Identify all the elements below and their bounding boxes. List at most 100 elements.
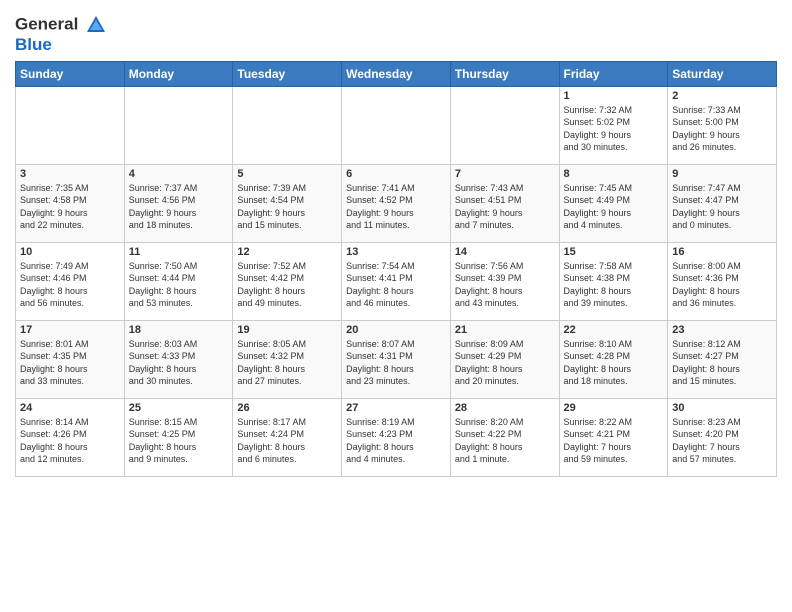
day-cell: 4 Sunrise: 7:37 AM Sunset: 4:56 PM Daylig… [124,164,233,242]
day-info: Sunrise: 7:33 AM Sunset: 5:00 PM Dayligh… [672,104,772,154]
day-info: Sunrise: 7:43 AM Sunset: 4:51 PM Dayligh… [455,182,555,232]
day-number: 23 [672,324,772,336]
logo: General Blue [15,14,107,55]
day-number: 6 [346,168,446,180]
day-info: Sunrise: 7:50 AM Sunset: 4:44 PM Dayligh… [129,260,229,310]
day-number: 19 [237,324,337,336]
day-cell: 23 Sunrise: 8:12 AM Sunset: 4:27 PM Dayli… [668,320,777,398]
day-cell: 13Sunrise: 7:54 AM Sunset: 4:41 PM Dayli… [342,242,451,320]
day-cell: 24 Sunrise: 8:14 AM Sunset: 4:26 PM Dayli… [16,398,125,476]
day-number: 16 [672,246,772,258]
day-cell: 20 Sunrise: 8:07 AM Sunset: 4:31 PM Dayli… [342,320,451,398]
day-number: 25 [129,402,229,414]
day-info: Sunrise: 7:45 AM Sunset: 4:49 PM Dayligh… [564,182,664,232]
day-header-wednesday: Wednesday [342,61,451,86]
day-header-sunday: Sunday [16,61,125,86]
day-number: 20 [346,324,446,336]
day-number: 24 [20,402,120,414]
day-cell: 5 Sunrise: 7:39 AM Sunset: 4:54 PM Daylig… [233,164,342,242]
day-info: Sunrise: 7:32 AM Sunset: 5:02 PM Dayligh… [564,104,664,154]
day-number: 30 [672,402,772,414]
week-row-5: 24 Sunrise: 8:14 AM Sunset: 4:26 PM Dayli… [16,398,777,476]
day-cell: 15Sunrise: 7:58 AM Sunset: 4:38 PM Dayli… [559,242,668,320]
day-number: 14 [455,246,555,258]
day-number: 10 [20,246,120,258]
day-cell: 2 Sunrise: 7:33 AM Sunset: 5:00 PM Daylig… [668,86,777,164]
calendar-table: SundayMondayTuesdayWednesdayThursdayFrid… [15,61,777,477]
day-info: Sunrise: 8:19 AM Sunset: 4:23 PM Dayligh… [346,416,446,466]
day-header-saturday: Saturday [668,61,777,86]
day-info: Sunrise: 7:37 AM Sunset: 4:56 PM Dayligh… [129,182,229,232]
day-info: Sunrise: 8:12 AM Sunset: 4:27 PM Dayligh… [672,338,772,388]
day-number: 2 [672,90,772,102]
day-cell: 3 Sunrise: 7:35 AM Sunset: 4:58 PM Daylig… [16,164,125,242]
day-number: 1 [564,90,664,102]
day-number: 21 [455,324,555,336]
day-header-thursday: Thursday [450,61,559,86]
day-number: 26 [237,402,337,414]
day-number: 11 [129,246,229,258]
day-number: 27 [346,402,446,414]
day-number: 3 [20,168,120,180]
day-info: Sunrise: 8:15 AM Sunset: 4:25 PM Dayligh… [129,416,229,466]
day-cell: 7 Sunrise: 7:43 AM Sunset: 4:51 PM Daylig… [450,164,559,242]
day-cell: 26 Sunrise: 8:17 AM Sunset: 4:24 PM Dayli… [233,398,342,476]
day-number: 4 [129,168,229,180]
header: General Blue [15,10,777,55]
day-info: Sunrise: 8:01 AM Sunset: 4:35 PM Dayligh… [20,338,120,388]
week-row-3: 10 Sunrise: 7:49 AM Sunset: 4:46 PM Dayli… [16,242,777,320]
day-header-friday: Friday [559,61,668,86]
day-cell: 12 Sunrise: 7:52 AM Sunset: 4:42 PM Dayli… [233,242,342,320]
day-number: 5 [237,168,337,180]
week-row-1: 1 Sunrise: 7:32 AM Sunset: 5:02 PM Daylig… [16,86,777,164]
day-info: Sunrise: 8:09 AM Sunset: 4:29 PM Dayligh… [455,338,555,388]
day-info: Sunrise: 8:23 AM Sunset: 4:20 PM Dayligh… [672,416,772,466]
day-info: Sunrise: 7:56 AM Sunset: 4:39 PM Dayligh… [455,260,555,310]
day-info: Sunrise: 8:05 AM Sunset: 4:32 PM Dayligh… [237,338,337,388]
day-number: 22 [564,324,664,336]
day-cell: 6 Sunrise: 7:41 AM Sunset: 4:52 PM Daylig… [342,164,451,242]
day-number: 17 [20,324,120,336]
day-cell: 14 Sunrise: 7:56 AM Sunset: 4:39 PM Dayli… [450,242,559,320]
day-number: 8 [564,168,664,180]
day-info: Sunrise: 8:07 AM Sunset: 4:31 PM Dayligh… [346,338,446,388]
day-cell: 22 Sunrise: 8:10 AM Sunset: 4:28 PM Dayli… [559,320,668,398]
day-info: Sunrise: 7:52 AM Sunset: 4:42 PM Dayligh… [237,260,337,310]
day-info: Sunrise: 8:10 AM Sunset: 4:28 PM Dayligh… [564,338,664,388]
day-cell: 8 Sunrise: 7:45 AM Sunset: 4:49 PM Daylig… [559,164,668,242]
day-number: 12 [237,246,337,258]
day-cell: 19 Sunrise: 8:05 AM Sunset: 4:32 PM Dayli… [233,320,342,398]
day-info: Sunrise: 7:41 AM Sunset: 4:52 PM Dayligh… [346,182,446,232]
day-info: Sunrise: 7:49 AM Sunset: 4:46 PM Dayligh… [20,260,120,310]
day-cell: 27 Sunrise: 8:19 AM Sunset: 4:23 PM Dayli… [342,398,451,476]
day-number: 13 [346,246,446,258]
day-cell [342,86,451,164]
day-cell: 25 Sunrise: 8:15 AM Sunset: 4:25 PM Dayli… [124,398,233,476]
day-header-tuesday: Tuesday [233,61,342,86]
day-header-monday: Monday [124,61,233,86]
day-info: Sunrise: 7:39 AM Sunset: 4:54 PM Dayligh… [237,182,337,232]
calendar-page: General Blue SundayMondayTuesdayWednesda… [0,0,792,612]
day-info: Sunrise: 8:00 AM Sunset: 4:36 PM Dayligh… [672,260,772,310]
day-number: 29 [564,402,664,414]
day-number: 9 [672,168,772,180]
day-cell: 16 Sunrise: 8:00 AM Sunset: 4:36 PM Dayli… [668,242,777,320]
day-number: 28 [455,402,555,414]
day-cell: 17 Sunrise: 8:01 AM Sunset: 4:35 PM Dayli… [16,320,125,398]
day-cell [233,86,342,164]
day-cell [124,86,233,164]
day-info: Sunrise: 7:35 AM Sunset: 4:58 PM Dayligh… [20,182,120,232]
day-cell: 11 Sunrise: 7:50 AM Sunset: 4:44 PM Dayli… [124,242,233,320]
day-info: Sunrise: 8:03 AM Sunset: 4:33 PM Dayligh… [129,338,229,388]
day-number: 15 [564,246,664,258]
day-info: Sunrise: 7:47 AM Sunset: 4:47 PM Dayligh… [672,182,772,232]
day-number: 7 [455,168,555,180]
day-info: Sunrise: 8:17 AM Sunset: 4:24 PM Dayligh… [237,416,337,466]
day-number: 18 [129,324,229,336]
day-cell [450,86,559,164]
day-cell: 30 Sunrise: 8:23 AM Sunset: 4:20 PM Dayli… [668,398,777,476]
day-cell: 28Sunrise: 8:20 AM Sunset: 4:22 PM Dayli… [450,398,559,476]
day-cell: 29Sunrise: 8:22 AM Sunset: 4:21 PM Dayli… [559,398,668,476]
day-cell: 1 Sunrise: 7:32 AM Sunset: 5:02 PM Daylig… [559,86,668,164]
day-info: Sunrise: 8:14 AM Sunset: 4:26 PM Dayligh… [20,416,120,466]
